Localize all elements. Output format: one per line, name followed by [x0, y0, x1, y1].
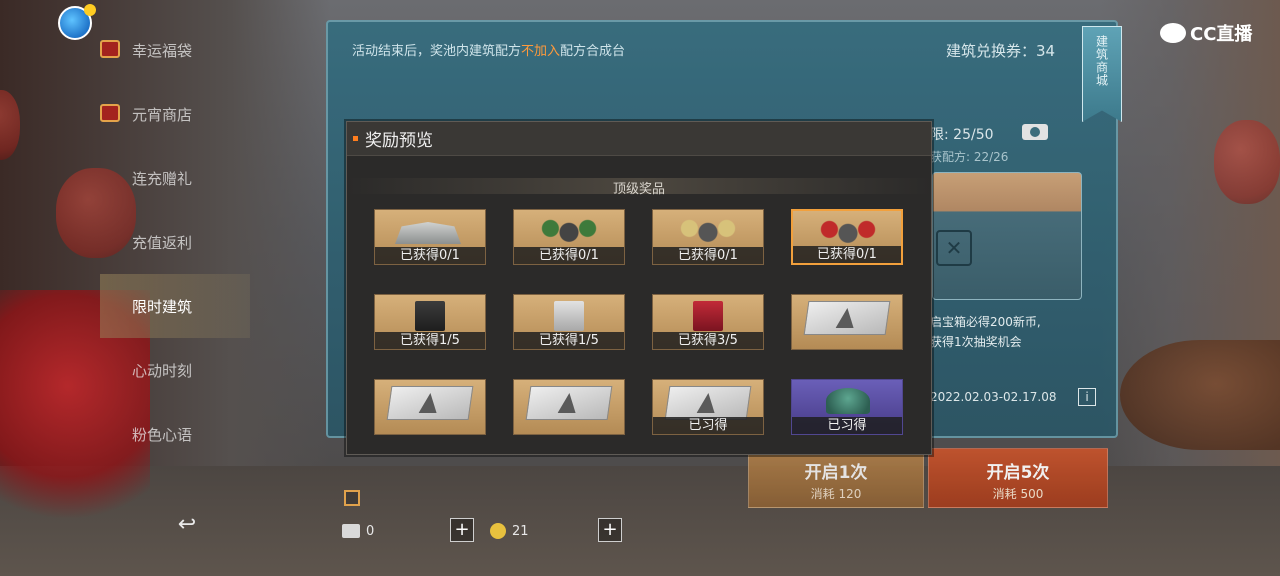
reward-item-status: 已获得1/5	[514, 332, 624, 349]
reward-grid: 已获得0/1 已获得0/1 已获得0/1 已获得0/1 已获得1/5 已获得1/…	[374, 209, 903, 435]
crate-icon	[415, 301, 445, 331]
cc-brand-text: CC直播	[1190, 24, 1253, 45]
dome-icon	[826, 388, 870, 414]
reward-item[interactable]: 已获得1/5	[374, 294, 486, 350]
reward-item[interactable]	[374, 379, 486, 435]
tent-icon	[395, 222, 461, 244]
top-prize-section-title: 顶级奖品	[347, 178, 931, 197]
building-shop-label: 建筑商城	[1094, 35, 1109, 87]
ticket-icon	[342, 524, 360, 538]
recipe-counter: 获配方: 22/26	[930, 150, 1009, 164]
tools-icon: ✕	[936, 230, 972, 266]
back-arrow-icon[interactable]: ↩	[170, 512, 204, 538]
gift-icon	[100, 40, 120, 58]
event-notice: 活动结束后，奖池内建筑配方不加入配方合成台	[352, 40, 625, 59]
open-five-cost: 消耗 500	[992, 487, 1044, 501]
cc-live-watermark: CC直播	[1160, 20, 1252, 46]
notice-prefix: 活动结束后，奖池内建筑配方	[352, 44, 522, 59]
desc-line-1: 启宝箱必得200新币,	[930, 315, 1041, 329]
dialog-title: 奖励预览	[365, 131, 433, 151]
open-once-cost: 消耗 120	[810, 487, 862, 501]
add-coin-button[interactable]: +	[598, 518, 622, 542]
reward-item-status: 已获得0/1	[375, 247, 485, 264]
menu-item-heartbeat-moment[interactable]: 心动时刻	[100, 338, 250, 402]
notice-highlight: 不加入	[521, 44, 561, 59]
reward-item[interactable]: 已获得0/1	[374, 209, 486, 265]
blueprint-icon	[803, 301, 891, 335]
open-once-title: 开启1次	[804, 463, 868, 483]
eye-icon[interactable]	[1022, 124, 1048, 140]
blueprint-icon	[386, 386, 474, 420]
dining-table-decoration	[1120, 340, 1280, 450]
claw-icon	[538, 218, 600, 244]
menu-item-label: 粉色心语	[132, 425, 193, 444]
lantern-decoration	[1214, 120, 1280, 204]
reward-item[interactable]: 已获得1/5	[513, 294, 625, 350]
reward-item[interactable]: 已获得0/1	[791, 209, 903, 265]
coin-balance: 21	[490, 518, 529, 544]
crate-icon	[554, 301, 584, 331]
menu-item-recharge-rebate[interactable]: 充值返利	[100, 210, 250, 274]
building-voucher-count: 建筑兑换券：34	[946, 42, 1056, 60]
app-logo-icon[interactable]	[58, 4, 96, 40]
reward-item[interactable]: 已习得	[652, 379, 764, 435]
menu-item-pink-whisper[interactable]: 粉色心语	[100, 402, 250, 466]
dialog-header: 奖励预览	[347, 122, 931, 156]
reward-item[interactable]: 已获得0/1	[513, 209, 625, 265]
claw-icon	[817, 219, 879, 245]
reward-item-status: 已获得3/5	[653, 332, 763, 349]
skip-animation-checkbox[interactable]	[344, 490, 360, 506]
reward-item[interactable]	[513, 379, 625, 435]
voucher-balance-value: 0	[366, 523, 375, 539]
menu-item-label: 心动时刻	[132, 361, 193, 380]
reward-item-status: 已获得0/1	[514, 247, 624, 264]
reward-item[interactable]: 已获得3/5	[652, 294, 764, 350]
reward-item-status: 已习得	[653, 417, 763, 434]
reward-item-status: 已获得1/5	[375, 332, 485, 349]
add-voucher-button[interactable]: +	[450, 518, 474, 542]
blueprint-icon	[525, 386, 613, 420]
crate-icon	[693, 301, 723, 331]
notice-suffix: 配方合成台	[560, 44, 626, 59]
voucher-balance: 0	[342, 518, 374, 544]
claw-icon	[677, 218, 739, 244]
chest-description: 启宝箱必得200新币, 获得1次抽奖机会	[930, 312, 1041, 352]
event-date-range: 2022.02.03-02.17.08	[930, 390, 1057, 404]
reward-item-status: 已获得0/1	[793, 246, 901, 263]
coin-balance-value: 21	[512, 523, 529, 539]
desc-line-2: 获得1次抽奖机会	[930, 335, 1022, 349]
reward-item[interactable]: 已获得0/1	[652, 209, 764, 265]
open-five-button[interactable]: 开启5次 消耗 500	[928, 448, 1108, 508]
menu-item-label: 幸运福袋	[132, 41, 193, 60]
menu-item-lucky-bag[interactable]: 幸运福袋	[100, 18, 250, 82]
reward-item-status: 已获得0/1	[653, 247, 763, 264]
info-icon[interactable]: i	[1078, 388, 1096, 406]
gift-icon	[100, 104, 120, 122]
menu-item-recharge-gift[interactable]: 连充赠礼	[100, 146, 250, 210]
limit-counter: 限: 25/50	[930, 127, 994, 143]
menu-item-label: 限时建筑	[132, 297, 193, 316]
menu-item-limited-building[interactable]: 限时建筑	[100, 274, 250, 338]
reward-preview-dialog: 奖励预览 顶级奖品 已获得0/1 已获得0/1 已获得0/1 已获得0/1 已获…	[346, 121, 932, 455]
open-five-title: 开启5次	[986, 463, 1050, 483]
title-marker-icon	[353, 136, 358, 141]
menu-item-label: 充值返利	[132, 233, 193, 252]
building-shop-tab[interactable]: 建筑商城	[1082, 26, 1122, 122]
side-menu: 幸运福袋 元宵商店 连充赠礼 充值返利 限时建筑 心动时刻 粉色心语	[100, 18, 250, 466]
blueprint-icon	[664, 386, 752, 420]
open-once-button[interactable]: 开启1次 消耗 120	[748, 448, 924, 508]
menu-item-label: 连充赠礼	[132, 169, 193, 188]
reward-item-status: 已习得	[792, 417, 902, 434]
cc-paw-icon	[1160, 23, 1186, 43]
coin-icon	[490, 523, 506, 539]
menu-item-lantern-shop[interactable]: 元宵商店	[100, 82, 250, 146]
menu-item-label: 元宵商店	[132, 105, 193, 124]
reward-item[interactable]: 已习得	[791, 379, 903, 435]
reward-item[interactable]	[791, 294, 903, 350]
